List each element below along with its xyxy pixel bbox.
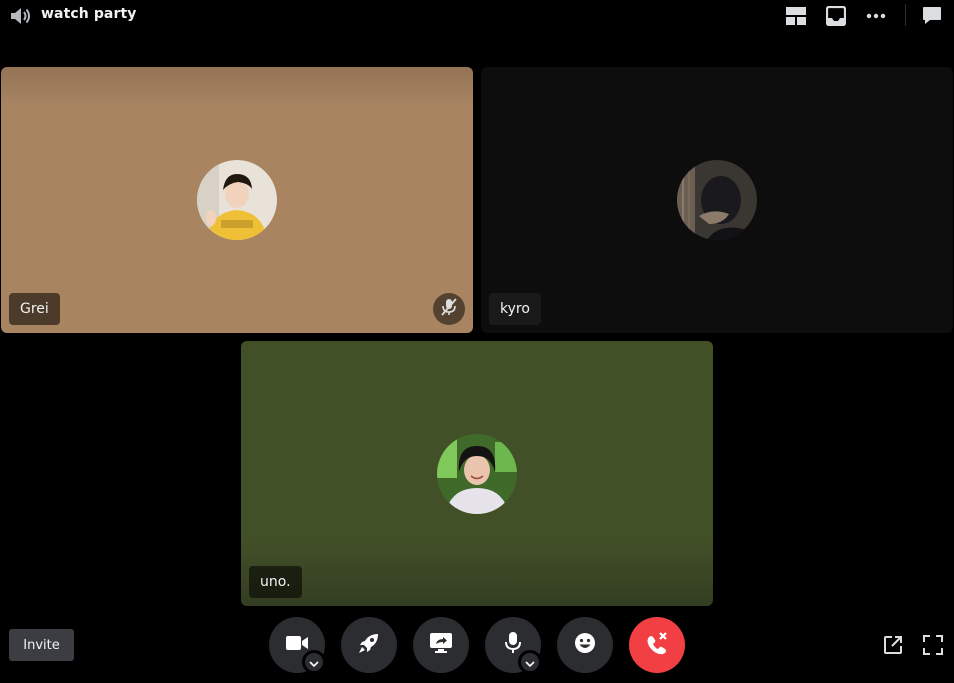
popout-icon[interactable] xyxy=(882,634,904,656)
divider xyxy=(905,4,906,26)
participant-tile-uno[interactable]: uno. xyxy=(241,341,713,606)
microphone-icon xyxy=(505,632,521,658)
screen-share-icon xyxy=(430,633,452,657)
participant-tile-grei[interactable]: Grei xyxy=(1,67,473,333)
participant-name: Grei xyxy=(9,293,60,325)
invite-button[interactable]: Invite xyxy=(9,629,74,661)
muted-status-badge xyxy=(433,293,465,325)
avatar xyxy=(437,433,517,514)
chevron-down-icon xyxy=(309,653,319,672)
activity-button[interactable] xyxy=(341,617,397,673)
top-bar: watch party xyxy=(0,0,954,32)
chat-icon[interactable] xyxy=(920,4,944,28)
inbox-icon[interactable] xyxy=(824,4,848,28)
microphone-options-button[interactable] xyxy=(518,650,542,674)
camera-icon xyxy=(286,635,308,655)
emoji-button[interactable] xyxy=(557,617,613,673)
participant-name-text: uno. xyxy=(260,574,291,590)
channel-name: watch party xyxy=(41,6,137,22)
avatar xyxy=(197,160,277,240)
participant-name: uno. xyxy=(249,566,302,598)
speaker-icon xyxy=(9,5,33,27)
more-icon[interactable] xyxy=(864,4,888,28)
camera-options-button[interactable] xyxy=(302,650,326,674)
activity-rocket-icon xyxy=(358,632,380,658)
disconnect-icon xyxy=(644,630,670,660)
fullscreen-icon[interactable] xyxy=(922,634,944,656)
chevron-down-icon xyxy=(525,653,535,672)
avatar xyxy=(677,160,757,240)
tile-shade xyxy=(1,67,473,107)
screen-share-button[interactable] xyxy=(413,617,469,673)
emoji-icon xyxy=(574,632,596,658)
participant-name-text: kyro xyxy=(500,301,530,317)
disconnect-button[interactable] xyxy=(629,617,685,673)
participant-name-text: Grei xyxy=(20,301,49,317)
grid-layout-icon[interactable] xyxy=(784,4,808,28)
mic-muted-icon xyxy=(441,298,457,320)
participant-tile-kyro[interactable]: kyro xyxy=(481,67,953,333)
participant-name: kyro xyxy=(489,293,541,325)
